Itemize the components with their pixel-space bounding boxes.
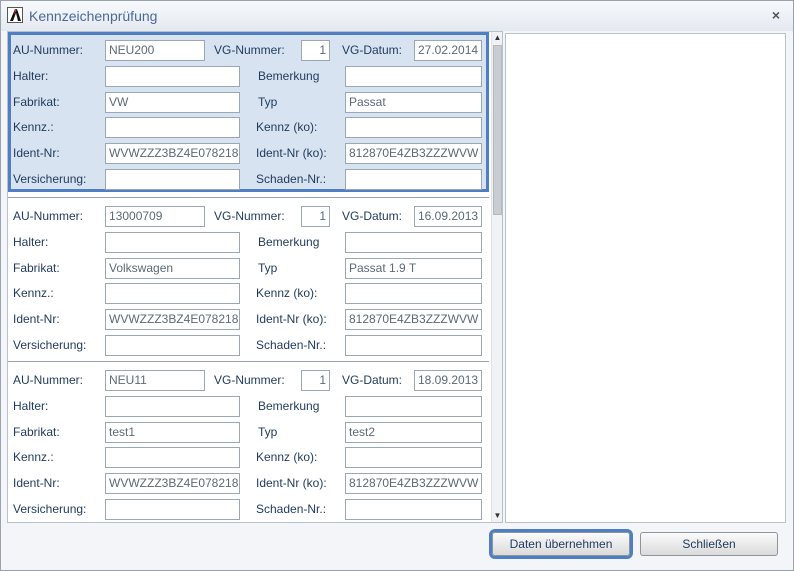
label-vg-datum: VG-Datum: <box>342 209 403 223</box>
field-bemerkung[interactable] <box>345 66 482 87</box>
field-vg-nr[interactable]: 1 <box>301 40 330 61</box>
label-typ: Typ <box>258 261 278 275</box>
field-vg-nr[interactable]: 1 <box>301 370 330 391</box>
record-card[interactable]: AU-Nummer: 13000709 VG-Nummer: 1 VG-Datum: 16… <box>8 197 489 358</box>
app-logo-icon <box>7 7 23 23</box>
field-kennz-ko[interactable] <box>345 283 482 304</box>
label-ident: Ident-Nr: <box>13 476 60 490</box>
label-vg-datum: VG-Datum: <box>342 373 403 387</box>
field-kennz[interactable] <box>105 283 240 304</box>
vertical-scrollbar[interactable]: ▲ ▼ <box>491 32 502 522</box>
field-schaden[interactable] <box>345 335 482 356</box>
field-vg-datum[interactable]: 27.02.2014 <box>414 40 482 61</box>
field-vg-datum[interactable]: 16.09.2013 <box>414 206 482 227</box>
label-vg-nr: VG-Nummer: <box>214 209 285 223</box>
label-ident-ko: Ident-Nr (ko): <box>256 312 327 326</box>
label-vg-nr: VG-Nummer: <box>214 43 285 57</box>
field-typ[interactable]: test2 <box>345 422 482 443</box>
preview-panel <box>505 33 786 523</box>
field-typ[interactable]: Passat 1.9 T <box>345 258 482 279</box>
label-halter: Halter: <box>13 69 49 83</box>
field-au[interactable]: NEU11 <box>105 370 205 391</box>
label-kennz: Kennz.: <box>13 450 54 464</box>
label-fabrikat: Fabrikat: <box>13 425 60 439</box>
label-schaden: Schaden-Nr.: <box>256 338 327 352</box>
scrollbar-thumb[interactable] <box>493 45 502 215</box>
field-ident-ko[interactable]: 812870E4ZB3ZZZWVW <box>345 143 482 164</box>
label-typ: Typ <box>258 425 278 439</box>
label-versicherung: Versicherung: <box>13 502 87 516</box>
field-halter[interactable] <box>105 66 240 87</box>
field-kennz[interactable] <box>105 117 240 138</box>
field-versicherung[interactable] <box>105 169 240 190</box>
label-au: AU-Nummer: <box>13 373 84 387</box>
label-ident: Ident-Nr: <box>13 146 60 160</box>
field-halter[interactable] <box>105 396 240 417</box>
field-versicherung[interactable] <box>105 499 240 520</box>
label-typ: Typ <box>258 95 278 109</box>
field-kennz-ko[interactable] <box>345 117 482 138</box>
record-card[interactable]: AU-Nummer: NEU11 VG-Nummer: 1 VG-Datum: 18.09… <box>8 361 489 522</box>
record-list[interactable]: AU-Nummer: NEU200 VG-Nummer: 1 VG-Datum: 27.0… <box>7 31 503 523</box>
label-kennz-ko: Kennz (ko): <box>256 120 318 134</box>
field-au[interactable]: 13000709 <box>105 206 205 227</box>
field-ident-ko[interactable]: 812870E4ZB3ZZZWVW <box>345 473 482 494</box>
label-halter: Halter: <box>13 235 49 249</box>
field-ident-ko[interactable]: 812870E4ZB3ZZZWVW <box>345 309 482 330</box>
label-kennz-ko: Kennz (ko): <box>256 450 318 464</box>
label-ident: Ident-Nr: <box>13 312 60 326</box>
field-fabrikat[interactable]: Volkswagen <box>105 258 240 279</box>
field-fabrikat[interactable]: test1 <box>105 422 240 443</box>
label-fabrikat: Fabrikat: <box>13 95 60 109</box>
close-icon[interactable]: × <box>767 6 785 24</box>
label-au: AU-Nummer: <box>13 43 84 57</box>
window-title: Kennzeichenprüfung <box>29 8 158 24</box>
label-schaden: Schaden-Nr.: <box>256 172 327 186</box>
label-ident-ko: Ident-Nr (ko): <box>256 146 327 160</box>
title-bar: Kennzeichenprüfung × <box>1 1 793 31</box>
field-schaden[interactable] <box>345 169 482 190</box>
label-bemerkung: Bemerkung <box>258 399 320 413</box>
dialog-window: Kennzeichenprüfung × AU-Nummer: NEU200 VG-… <box>0 0 794 571</box>
label-schaden: Schaden-Nr.: <box>256 502 327 516</box>
scroll-down-icon[interactable]: ▼ <box>492 510 502 522</box>
field-kennz-ko[interactable] <box>345 447 482 468</box>
field-ident[interactable]: WVWZZZ3BZ4E078218 <box>105 473 240 494</box>
field-vg-nr[interactable]: 1 <box>301 206 330 227</box>
field-bemerkung[interactable] <box>345 232 482 253</box>
label-kennz: Kennz.: <box>13 286 54 300</box>
field-fabrikat[interactable]: VW <box>105 92 240 113</box>
field-halter[interactable] <box>105 232 240 253</box>
field-ident[interactable]: WVWZZZ3BZ4E078218 <box>105 143 240 164</box>
field-au[interactable]: NEU200 <box>105 40 205 61</box>
record-card-selected[interactable]: AU-Nummer: NEU200 VG-Nummer: 1 VG-Datum: 27.0… <box>8 32 489 192</box>
label-fabrikat: Fabrikat: <box>13 261 60 275</box>
field-bemerkung[interactable] <box>345 396 482 417</box>
label-kennz-ko: Kennz (ko): <box>256 286 318 300</box>
label-versicherung: Versicherung: <box>13 338 87 352</box>
apply-data-button[interactable]: Daten übernehmen <box>492 532 630 556</box>
field-typ[interactable]: Passat <box>345 92 482 113</box>
label-kennz: Kennz.: <box>13 120 54 134</box>
field-schaden[interactable] <box>345 499 482 520</box>
label-bemerkung: Bemerkung <box>258 235 320 249</box>
label-ident-ko: Ident-Nr (ko): <box>256 476 327 490</box>
label-vg-datum: VG-Datum: <box>342 43 403 57</box>
label-au: AU-Nummer: <box>13 209 84 223</box>
label-halter: Halter: <box>13 399 49 413</box>
field-versicherung[interactable] <box>105 335 240 356</box>
close-button[interactable]: Schließen <box>640 532 778 556</box>
label-vg-nr: VG-Nummer: <box>214 373 285 387</box>
field-vg-datum[interactable]: 18.09.2013 <box>414 370 482 391</box>
field-kennz[interactable] <box>105 447 240 468</box>
label-versicherung: Versicherung: <box>13 172 87 186</box>
scroll-up-icon[interactable]: ▲ <box>492 32 502 44</box>
field-ident[interactable]: WVWZZZ3BZ4E078218 <box>105 309 240 330</box>
label-bemerkung: Bemerkung <box>258 69 320 83</box>
